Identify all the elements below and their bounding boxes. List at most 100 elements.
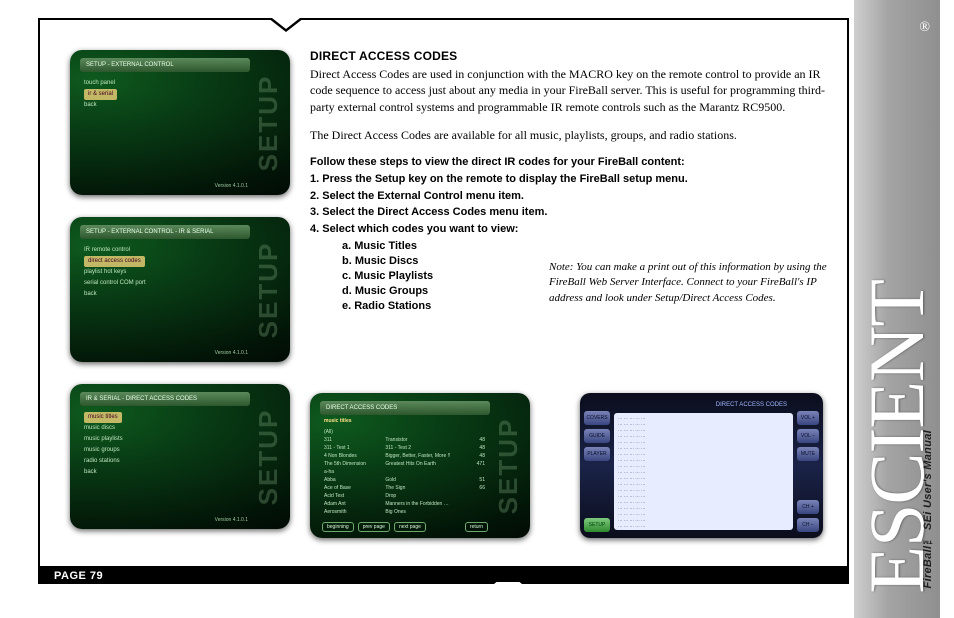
body-paragraph: The Direct Access Codes are available fo… [310,127,829,143]
screenshot-direct-access-codes-list: SETUP DIRECT ACCESS CODES music titles (… [310,393,530,538]
version-label: Version 4.1.0.1 [215,517,248,523]
frame-line [847,18,849,584]
page-number: PAGE 79 [40,570,103,582]
menu-line: back [84,289,245,300]
thumb-side-button: VOL − [797,429,819,443]
thumb-button-row: beginning prev page next page return [322,522,488,532]
thumb-table-cell: The 5th Dimension [324,460,381,468]
menu-line: playlist hot keys [84,267,245,278]
thumb-header: DIRECT ACCESS CODES [320,401,490,415]
frame-line [38,18,40,584]
registered-mark: ® [919,20,930,36]
thumb-button: next page [394,522,426,532]
thumb-list-pane: ··· ··· ··· ··· ······ ··· ··· ··· ·····… [614,413,793,530]
thumb-table-cell: Gold [385,476,462,484]
thumb-menu-lines: IR remote control direct access codes pl… [84,245,245,300]
step-item: 3. Select the Direct Access Codes menu i… [310,205,829,220]
setup-watermark: SETUP [253,241,284,338]
thumb-table-cell: Drop [385,492,462,500]
screenshot-setup-external-control: SETUP SETUP - EXTERNAL CONTROL touch pan… [70,50,290,195]
thumb-table: (All)311 Transistor 48 311 - Test 1 311 - Te… [324,428,485,516]
thumb-table-cell: 48 [466,436,485,444]
thumb-table-cell [466,508,485,516]
thumb-table-cell: 4 Non Blondes [324,452,381,460]
menu-line: serial control COM port [84,278,245,289]
thumb-header: DIRECT ACCESS CODES [610,399,793,411]
thumb-table-cell: Abba [324,476,381,484]
version-label: Version 4.1.0.1 [215,183,248,189]
thumb-table-cell: 48 [466,444,485,452]
menu-line: music groups [84,445,245,456]
menu-line: radio stations [84,456,245,467]
thumb-table-cell: 311 [324,436,381,444]
step-item: 1. Press the Setup key on the remote to … [310,172,829,187]
thumb-table-cell [385,468,462,476]
thumb-table-cell: Manners in the Forbidden … [385,500,462,508]
thumb-right-buttons: VOL + VOL − MUTE CH + CH − [797,411,819,532]
thumb-table-cell: a-ha [324,468,381,476]
thumb-table-cell: Big Ones [385,508,462,516]
thumb-button: beginning [322,522,354,532]
thumb-table-cell: (All) [324,428,381,436]
thumb-table-cell: The Sign [385,484,462,492]
steps-intro: Follow these steps to view the direct IR… [310,155,829,170]
thumb-menu-lines: music titles music discs music playlists… [84,412,245,478]
screenshot-web-interface: DIRECT ACCESS CODES COVERS GUIDE PLAYER … [580,393,823,538]
menu-line-highlight: ir & serial [84,89,117,100]
thumb-side-button: PLAYER [584,447,610,461]
step-item: 2. Select the External Control menu item… [310,189,829,204]
thumb-button: prev page [358,522,390,532]
frame-line [38,582,849,584]
setup-watermark: SETUP [253,408,284,505]
thumb-side-button: GUIDE [584,429,610,443]
brand-subtitle: FireBall™ SEi User's Manual [922,430,934,588]
thumb-subtitle: music titles [324,417,485,425]
body-paragraph: Direct Access Codes are used in conjunct… [310,66,829,115]
thumb-table-cell: 48 [466,452,485,460]
thumb-table-cell [466,428,485,436]
thumb-table-cell: 66 [466,484,485,492]
thumb-table-lines: music titles (All)311 Transistor 48 311 - T… [324,417,485,516]
thumb-table-cell: Greatest Hits On Earth [385,460,462,468]
section-heading: DIRECT ACCESS CODES [310,48,829,64]
thumb-side-button: VOL + [797,411,819,425]
thumb-table-cell: Ace of Base [324,484,381,492]
menu-line: music playlists [84,434,245,445]
thumb-button: return [465,522,488,532]
thumb-table-cell [466,492,485,500]
thumb-side-button: MUTE [797,447,819,461]
thumb-table-cell: 311 - Test 1 [324,444,381,452]
menu-line: music discs [84,423,245,434]
thumb-header: SETUP - EXTERNAL CONTROL - IR & SERIAL [80,225,250,239]
thumb-side-button: CH − [797,518,819,532]
menu-line: back [84,100,245,111]
screenshot-ir-serial-menu: SETUP SETUP - EXTERNAL CONTROL - IR & SE… [70,217,290,362]
thumb-header: IR & SERIAL - DIRECT ACCESS CODES [80,392,250,406]
step-item: 4. Select which codes you want to view: [310,222,829,237]
screenshot-direct-access-codes-menu: SETUP IR & SERIAL - DIRECT ACCESS CODES … [70,384,290,529]
thumb-table-cell [466,468,485,476]
thumb-header: SETUP - EXTERNAL CONTROL [80,58,250,72]
thumb-side-button-setup: SETUP [584,518,610,532]
thumb-left-buttons: COVERS GUIDE PLAYER SETUP [584,411,610,532]
sidebar-brand-strip: ® ESCIENT FireBall™ SEi User's Manual [854,0,940,618]
menu-line-highlight: music titles [84,412,122,423]
thumb-table-cell: Aerosmith [324,508,381,516]
thumb-table-cell: 311 - Test 2 [385,444,462,452]
setup-watermark: SETUP [253,74,284,171]
menu-line: IR remote control [84,245,245,256]
menu-line: touch panel [84,78,245,89]
thumb-table-cell: Bigger, Better, Faster, More !! [385,452,462,460]
thumb-side-button: COVERS [584,411,610,425]
thumb-table-cell: Acid Test [324,492,381,500]
thumb-table-cell: 471 [466,460,485,468]
substep-item: a. Music Titles [342,239,829,254]
thumb-table-cell [466,500,485,508]
frame-line [38,18,849,20]
menu-line: back [84,467,245,478]
page-number-bar: PAGE 79 [40,566,847,582]
thumb-menu-lines: touch panel ir & serial back [84,78,245,111]
thumb-table-cell [385,428,462,436]
thumb-table-cell: Transistor [385,436,462,444]
note-paragraph: Note: You can make a print out of this i… [549,260,829,306]
